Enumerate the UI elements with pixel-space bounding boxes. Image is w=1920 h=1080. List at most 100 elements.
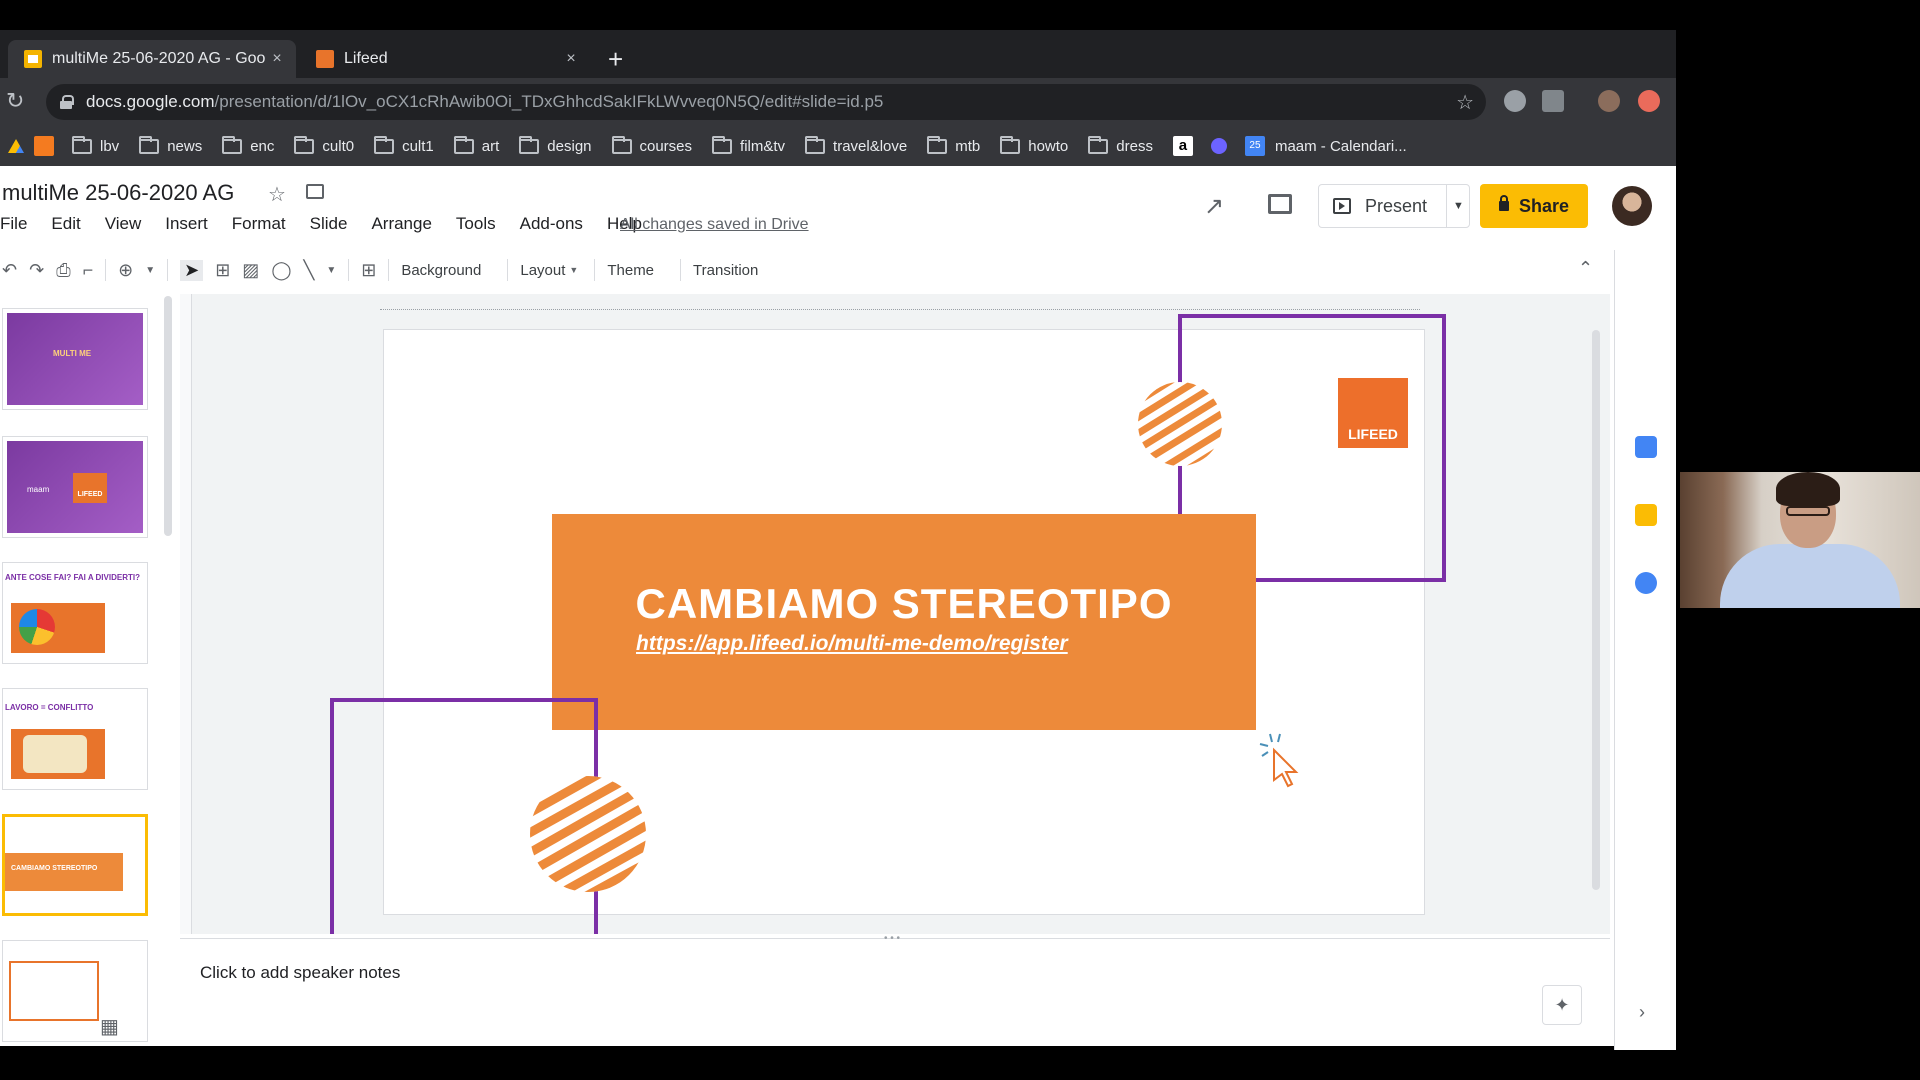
speaker-notes-placeholder[interactable]: Click to add speaker notes — [200, 963, 400, 983]
notes-resize-handle[interactable]: • • • — [884, 933, 900, 944]
tab-close-icon[interactable]: × — [560, 50, 582, 68]
bookmark-travel-love[interactable]: travel&love — [805, 135, 907, 155]
line-icon[interactable]: ╲ — [303, 260, 314, 281]
transition-button[interactable]: Transition — [693, 262, 758, 279]
orange-bookmark-icon[interactable] — [34, 136, 54, 156]
profile-avatar[interactable] — [1598, 90, 1620, 112]
bookmark-star-icon[interactable]: ☆ — [1456, 90, 1474, 115]
menu-view[interactable]: View — [105, 214, 142, 234]
layout-dropdown-icon[interactable]: ▼ — [569, 265, 578, 275]
menu-tools[interactable]: Tools — [456, 214, 496, 234]
bookmark-lbv[interactable]: lbv — [72, 135, 120, 155]
tab-slides[interactable]: multiMe 25-06-2020 AG - Goo × — [8, 40, 296, 78]
address-bar[interactable]: docs.google.com /presentation/d/1lOv_oCX… — [46, 84, 1486, 120]
bookmark-howto[interactable]: howto — [1000, 135, 1068, 155]
slide-link[interactable]: https://app.lifeed.io/multi-me-demo/regi… — [636, 632, 1068, 656]
collapse-toolbar-icon[interactable]: ⌃ — [1578, 258, 1593, 279]
zoom-dropdown-icon[interactable]: ▼ — [145, 265, 155, 276]
extension-red-icon[interactable] — [1638, 90, 1660, 112]
bookmark-cult0[interactable]: cult0 — [294, 135, 355, 155]
keep-addon-icon[interactable] — [1635, 504, 1657, 526]
save-status[interactable]: All changes saved in Drive — [620, 216, 809, 234]
expand-side-panel-icon[interactable]: › — [1639, 1002, 1645, 1023]
select-cursor-icon[interactable]: ➤ — [180, 259, 204, 281]
speaker-notes[interactable]: • • • Click to add speaker notes ✦ — [180, 933, 1610, 1038]
folder-icon — [805, 135, 826, 154]
bookmark-mtb[interactable]: mtb — [927, 135, 980, 155]
line-dropdown-icon[interactable]: ▼ — [326, 265, 336, 276]
menu-bar: File Edit View Insert Format Slide Arran… — [0, 214, 666, 234]
menu-file[interactable]: File — [0, 214, 27, 234]
webcam-video — [1680, 472, 1920, 608]
star-icon[interactable]: ☆ — [268, 182, 286, 207]
thumbnail-background — [7, 313, 143, 405]
new-comment-icon[interactable]: ⊞ — [361, 260, 376, 281]
lifeed-favicon-icon — [316, 50, 334, 68]
print-icon[interactable]: ⎙ — [56, 260, 70, 281]
menu-arrange[interactable]: Arrange — [371, 214, 431, 234]
new-tab-button[interactable]: + — [608, 46, 623, 72]
bookmark-label: lbv — [100, 137, 120, 155]
filmstrip-scrollbar[interactable] — [164, 296, 172, 536]
bookmark-enc[interactable]: enc — [222, 135, 274, 155]
activity-trend-icon[interactable]: ↗ — [1204, 192, 1224, 221]
slide-thumbnail-5[interactable]: CAMBIAMO STEREOTIPO — [2, 814, 148, 916]
calendar-addon-icon[interactable] — [1635, 436, 1657, 458]
folder-icon — [453, 135, 474, 154]
background-button[interactable]: Background — [401, 262, 481, 279]
bookmark-dress[interactable]: dress — [1088, 135, 1153, 155]
bookmark-label: cult0 — [322, 137, 355, 155]
bookmark-courses[interactable]: courses — [611, 135, 692, 155]
menu-add-ons[interactable]: Add-ons — [520, 214, 583, 234]
tab-lifeed[interactable]: Lifeed × — [300, 40, 590, 78]
slide-thumbnail-6[interactable] — [2, 940, 148, 1042]
adblock-extension-icon[interactable] — [1504, 90, 1526, 112]
bookmark-news[interactable]: news — [139, 135, 202, 155]
comment-history-icon[interactable] — [1268, 194, 1292, 214]
text-box-icon[interactable]: ⊞ — [215, 260, 230, 281]
slide-thumbnail-2[interactable]: maam LIFEED — [2, 436, 148, 538]
menu-insert[interactable]: Insert — [165, 214, 208, 234]
current-slide[interactable]: LIFEED CAMBIAMO STEREOTIPO https://app.l… — [330, 314, 1446, 934]
thumbnail-logo: LIFEED — [73, 473, 107, 503]
menu-slide[interactable]: Slide — [310, 214, 348, 234]
move-to-folder-icon[interactable] — [306, 184, 324, 199]
share-button[interactable]: Share — [1480, 184, 1588, 228]
menu-format[interactable]: Format — [232, 214, 286, 234]
bookmark-design[interactable]: design — [519, 135, 592, 155]
slide-heading[interactable]: CAMBIAMO STEREOTIPO — [552, 580, 1256, 628]
tab-close-icon[interactable]: × — [266, 50, 288, 68]
account-avatar[interactable] — [1612, 186, 1652, 226]
explore-icon[interactable]: ✦ — [1542, 985, 1582, 1025]
vertical-ruler — [180, 294, 192, 934]
bookmark-cult1[interactable]: cult1 — [374, 135, 434, 155]
drive-icon[interactable] — [8, 139, 24, 153]
document-title[interactable]: multiMe 25-06-2020 AG — [2, 180, 234, 206]
slide-thumbnail-1[interactable]: MULTI ME — [2, 308, 148, 410]
bookmark-calendar[interactable]: 25 maam - Calendari... — [1244, 136, 1407, 156]
bookmark-art[interactable]: art — [453, 135, 499, 155]
thumbnail-title: MULTI ME — [53, 349, 92, 358]
amazon-icon[interactable]: a — [1172, 136, 1193, 156]
theme-button[interactable]: Theme — [607, 262, 654, 279]
bookmark-film-tv[interactable]: film&tv — [712, 135, 785, 155]
present-dropdown-icon[interactable]: ▼ — [1446, 184, 1470, 228]
slide-thumbnail-3[interactable]: ANTE COSE FAI? FAI A DIVIDERTI? — [2, 562, 148, 664]
zoom-icon[interactable]: ⊕ — [118, 260, 133, 281]
redo-icon[interactable]: ↷ — [29, 260, 44, 281]
menu-edit[interactable]: Edit — [51, 214, 80, 234]
tasks-addon-icon[interactable] — [1635, 572, 1657, 594]
lock-icon — [1498, 195, 1509, 211]
canvas-scrollbar[interactable] — [1592, 330, 1600, 890]
grid-view-icon[interactable]: ▦ — [100, 1014, 119, 1039]
purple-circle-icon[interactable] — [1210, 138, 1227, 154]
undo-icon[interactable]: ↶ — [2, 260, 17, 281]
extension-icon[interactable] — [1542, 90, 1564, 112]
slide-thumbnail-4[interactable]: LAVORO = CONFLITTO — [2, 688, 148, 790]
reload-icon[interactable]: ↻ — [6, 88, 24, 114]
layout-button[interactable]: Layout — [520, 262, 565, 279]
striped-circle-bottom — [530, 776, 646, 892]
paint-format-icon[interactable]: ⌐ — [83, 260, 94, 281]
image-icon[interactable]: ▨ — [242, 260, 259, 281]
shape-icon[interactable]: ◯ — [271, 260, 291, 281]
